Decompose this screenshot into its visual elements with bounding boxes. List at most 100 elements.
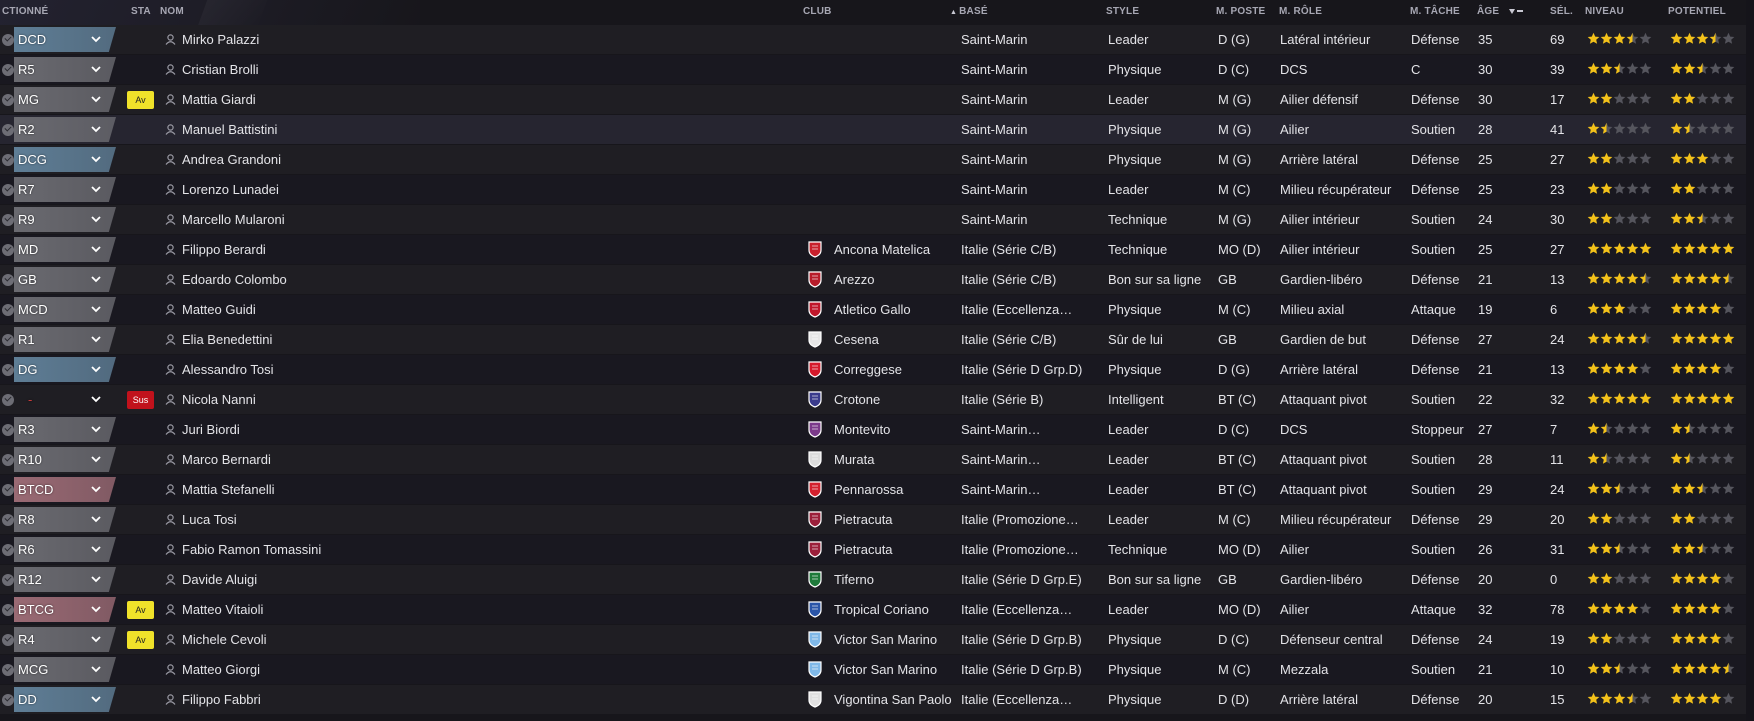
club-name[interactable]: Atletico Gallo (834, 295, 954, 324)
table-row[interactable]: - Sus Nicola Nanni Crotone Italie (Série B… (0, 385, 1746, 414)
player-name[interactable]: Matteo Guidi (182, 295, 682, 324)
select-checkbox[interactable] (2, 634, 14, 646)
position-dropdown[interactable]: GB (14, 267, 116, 292)
select-checkbox[interactable] (2, 604, 14, 616)
club-name[interactable]: Victor San Marino (834, 655, 954, 684)
header-status[interactable]: STA (131, 6, 151, 17)
table-row[interactable]: R3 Juri Biordi Montevito Saint-Marin… Lead… (0, 415, 1746, 444)
club-name[interactable] (834, 175, 954, 204)
select-checkbox[interactable] (2, 544, 14, 556)
player-name[interactable]: Cristian Brolli (182, 55, 682, 84)
header-caps[interactable]: SÉL. (1550, 6, 1573, 17)
table-row[interactable]: R6 Fabio Ramon Tomassini Pietracuta Itali… (0, 535, 1746, 564)
select-checkbox[interactable] (2, 664, 14, 676)
player-name[interactable]: Davide Aluigi (182, 565, 682, 594)
position-dropdown[interactable]: R6 (14, 537, 116, 562)
club-name[interactable]: Arezzo (834, 265, 954, 294)
select-checkbox[interactable] (2, 394, 14, 406)
select-checkbox[interactable] (2, 34, 14, 46)
player-name[interactable]: Mattia Stefanelli (182, 475, 682, 504)
sort-descending-icon[interactable] (1508, 6, 1524, 18)
position-dropdown[interactable]: R4 (14, 627, 116, 652)
select-checkbox[interactable] (2, 514, 14, 526)
select-checkbox[interactable] (2, 94, 14, 106)
header-duty[interactable]: M. TÂCHE (1410, 6, 1460, 17)
status-badge[interactable]: Av (127, 631, 154, 649)
club-name[interactable]: Vigontina San Paolo (834, 685, 954, 714)
club-name[interactable]: Crotone (834, 385, 954, 414)
table-row[interactable]: GB Edoardo Colombo Arezzo Italie (Série C… (0, 265, 1746, 294)
table-row[interactable]: MCG Matteo Giorgi Victor San Marino Itali… (0, 655, 1746, 684)
position-dropdown[interactable]: R5 (14, 57, 116, 82)
club-name[interactable]: Tropical Coriano (834, 595, 954, 624)
club-name[interactable]: Victor San Marino (834, 625, 954, 654)
player-name[interactable]: Mirko Palazzi (182, 25, 682, 54)
player-name[interactable]: Nicola Nanni (182, 385, 682, 414)
select-checkbox[interactable] (2, 484, 14, 496)
position-dropdown[interactable]: DCD (14, 27, 116, 52)
header-name[interactable]: NOM (160, 6, 184, 17)
select-checkbox[interactable] (2, 124, 14, 136)
table-row[interactable]: DD Filippo Fabbri Vigontina San Paolo Ita… (0, 685, 1746, 714)
position-dropdown[interactable]: - (14, 387, 116, 412)
status-badge[interactable]: Av (127, 91, 154, 109)
table-row[interactable]: R4 Av Michele Cevoli Victor San Marino Ita… (0, 625, 1746, 654)
position-dropdown[interactable]: R2 (14, 117, 116, 142)
club-name[interactable]: Pietracuta (834, 535, 954, 564)
table-row[interactable]: DG Alessandro Tosi Correggese Italie (Sér… (0, 355, 1746, 384)
select-checkbox[interactable] (2, 274, 14, 286)
player-name[interactable]: Marco Bernardi (182, 445, 682, 474)
select-checkbox[interactable] (2, 64, 14, 76)
position-dropdown[interactable]: R9 (14, 207, 116, 232)
club-name[interactable] (834, 85, 954, 114)
select-checkbox[interactable] (2, 214, 14, 226)
player-name[interactable]: Elia Benedettini (182, 325, 682, 354)
player-name[interactable]: Marcello Mularoni (182, 205, 682, 234)
player-name[interactable]: Alessandro Tosi (182, 355, 682, 384)
header-position[interactable]: CTIONNÉ (2, 6, 48, 17)
position-dropdown[interactable]: DCG (14, 147, 116, 172)
player-name[interactable]: Matteo Vitaioli (182, 595, 682, 624)
select-checkbox[interactable] (2, 574, 14, 586)
club-name[interactable] (834, 205, 954, 234)
header-potential[interactable]: POTENTIEL (1668, 6, 1726, 17)
select-checkbox[interactable] (2, 694, 14, 706)
position-dropdown[interactable]: R10 (14, 447, 116, 472)
club-name[interactable]: Montevito (834, 415, 954, 444)
player-name[interactable]: Juri Biordi (182, 415, 682, 444)
player-name[interactable]: Mattia Giardi (182, 85, 682, 114)
player-name[interactable]: Andrea Grandoni (182, 145, 682, 174)
position-dropdown[interactable]: MG (14, 87, 116, 112)
select-checkbox[interactable] (2, 334, 14, 346)
club-name[interactable]: Correggese (834, 355, 954, 384)
player-name[interactable]: Luca Tosi (182, 505, 682, 534)
player-name[interactable]: Michele Cevoli (182, 625, 682, 654)
table-row[interactable]: R10 Marco Bernardi Murata Saint-Marin… Lea… (0, 445, 1746, 474)
scrollbar-track[interactable] (1746, 0, 1754, 721)
table-row[interactable]: MD Filippo Berardi Ancona Matelica Italie… (0, 235, 1746, 264)
club-name[interactable] (834, 115, 954, 144)
select-checkbox[interactable] (2, 424, 14, 436)
header-ability[interactable]: NIVEAU (1585, 6, 1624, 17)
table-row[interactable]: R7 Lorenzo Lunadei Saint-Marin Leader M (C)… (0, 175, 1746, 204)
club-name[interactable]: Cesena (834, 325, 954, 354)
position-dropdown[interactable]: MD (14, 237, 116, 262)
header-role[interactable]: M. RÔLE (1279, 6, 1322, 17)
table-row[interactable]: BTCG Av Matteo Vitaioli Tropical Coriano I… (0, 595, 1746, 624)
position-dropdown[interactable]: MCG (14, 657, 116, 682)
club-name[interactable] (834, 145, 954, 174)
position-dropdown[interactable]: DG (14, 357, 116, 382)
table-row[interactable]: MCD Matteo Guidi Atletico Gallo Italie (E… (0, 295, 1746, 324)
select-checkbox[interactable] (2, 184, 14, 196)
status-badge[interactable]: Sus (127, 391, 154, 409)
player-name[interactable]: Lorenzo Lunadei (182, 175, 682, 204)
table-row[interactable]: R12 Davide Aluigi Tiferno Italie (Série D… (0, 565, 1746, 594)
select-checkbox[interactable] (2, 304, 14, 316)
select-checkbox[interactable] (2, 454, 14, 466)
club-name[interactable]: Tiferno (834, 565, 954, 594)
header-style[interactable]: STYLE (1106, 6, 1139, 17)
player-name[interactable]: Edoardo Colombo (182, 265, 682, 294)
player-name[interactable]: Manuel Battistini (182, 115, 682, 144)
position-dropdown[interactable]: R1 (14, 327, 116, 352)
table-row[interactable]: R8 Luca Tosi Pietracuta Italie (Promozion… (0, 505, 1746, 534)
